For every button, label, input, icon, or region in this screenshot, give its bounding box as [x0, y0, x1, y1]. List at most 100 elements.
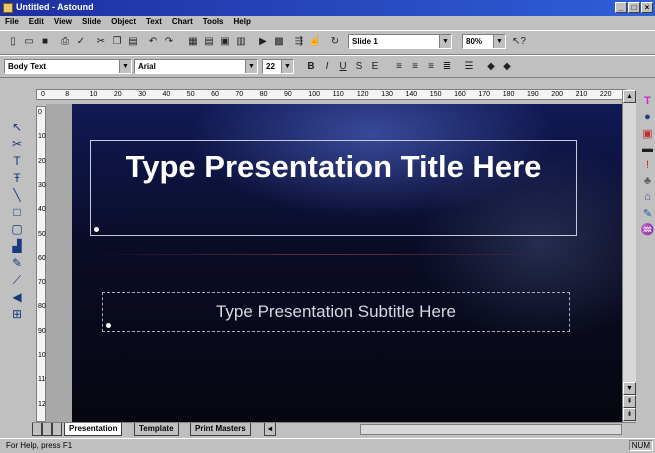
underline-button[interactable]: U — [336, 60, 350, 74]
open-folder-icon[interactable]: ▭ — [22, 35, 36, 49]
scroll-up-icon[interactable]: ▲ — [623, 90, 636, 103]
cut-icon[interactable]: ✂ — [94, 35, 108, 49]
italic-button[interactable]: I — [320, 60, 334, 74]
font-size-selector[interactable]: 22 ▼ — [262, 59, 294, 74]
menu-edit[interactable]: Edit — [24, 16, 49, 26]
chevron-down-icon[interactable]: ▼ — [439, 35, 451, 48]
movie-object-icon[interactable]: ▬ — [640, 143, 655, 159]
pointer-tool-icon[interactable]: ↖ — [6, 120, 28, 137]
bold-button[interactable]: B — [304, 60, 318, 74]
first-tab-icon[interactable] — [32, 423, 42, 436]
help-pointer-icon[interactable]: ↖? — [512, 35, 526, 49]
save-icon[interactable]: ■ — [38, 35, 52, 49]
menu-file[interactable]: File — [0, 16, 24, 26]
subtitle-placeholder[interactable]: Type Presentation Subtitle Here — [102, 292, 570, 332]
sound-object-icon[interactable]: ! — [640, 159, 655, 175]
scroll-down-icon[interactable]: ▼ — [623, 382, 636, 395]
bullets-icon[interactable]: ☰ — [462, 60, 476, 74]
justify-icon[interactable]: ≣ — [440, 60, 454, 74]
previous-slide-icon[interactable]: ⇞ — [623, 395, 636, 408]
standard-toolbar: ▯ ▭ ■ ⎙ ✓ ✂ ❐ ▤ ↶ ↷ ▦ ▤ ▣ ▥ ▶ ▩ ⇶ ☝ ↻ Sl… — [0, 30, 655, 55]
ruler-tick-label: 60 — [211, 91, 219, 98]
zoom-tool-icon[interactable]: ⊞ — [6, 307, 28, 324]
menu-view[interactable]: View — [49, 16, 77, 26]
print-icon[interactable]: ⎙ — [58, 35, 72, 49]
resize-handle[interactable] — [106, 323, 111, 328]
notes-view-icon[interactable]: ▥ — [234, 35, 248, 49]
redo-icon[interactable]: ↷ — [162, 35, 176, 49]
button-object-icon[interactable]: ♣ — [640, 175, 655, 191]
crop-tool-icon[interactable]: ✂ — [6, 137, 28, 154]
horizontal-scrollbar[interactable] — [360, 424, 622, 435]
align-right-icon[interactable]: ≡ — [424, 60, 438, 74]
chevron-down-icon[interactable]: ▼ — [245, 60, 257, 73]
zoom-selector[interactable]: 80% ▼ — [462, 34, 506, 49]
prev-tab-icon[interactable] — [42, 423, 52, 436]
app-icon[interactable] — [3, 3, 13, 13]
link-object-icon[interactable]: ⌂ — [640, 191, 655, 207]
tab-print-masters[interactable]: Print Masters — [190, 423, 251, 436]
sorter-view-icon[interactable]: ▣ — [218, 35, 232, 49]
demote-icon[interactable]: ◆ — [500, 60, 514, 74]
slide-selector[interactable]: Slide 1 ▼ — [348, 34, 452, 49]
text-frame-tool-icon[interactable]: Ŧ — [6, 171, 28, 188]
hand-icon[interactable]: ☝ — [308, 35, 322, 49]
chart-object-icon[interactable]: ♒ — [640, 223, 655, 239]
close-button[interactable]: × — [641, 2, 653, 13]
slide-title-text[interactable]: Type Presentation Title Here — [91, 147, 576, 187]
align-center-icon[interactable]: ≡ — [408, 60, 422, 74]
menu-tools[interactable]: Tools — [198, 16, 229, 26]
tab-presentation[interactable]: Presentation — [64, 423, 123, 436]
emboss-button[interactable]: E — [368, 60, 382, 74]
image-object-icon[interactable]: ▣ — [640, 127, 655, 143]
minimize-button[interactable]: _ — [615, 2, 627, 13]
tab-template[interactable]: Template — [134, 423, 179, 436]
text-object-icon[interactable]: T — [640, 95, 655, 111]
next-tab-icon[interactable] — [52, 423, 62, 436]
timeline-icon[interactable]: ▩ — [272, 35, 286, 49]
slide-view-icon[interactable]: ▦ — [186, 35, 200, 49]
text-tool-icon[interactable]: T — [6, 154, 28, 171]
rounded-rect-tool-icon[interactable]: ▢ — [6, 222, 28, 239]
undo-icon[interactable]: ↶ — [146, 35, 160, 49]
new-file-icon[interactable]: ▯ — [6, 35, 20, 49]
chevron-down-icon[interactable]: ▼ — [119, 60, 131, 73]
spell-check-icon[interactable]: ✓ — [74, 35, 88, 49]
copy-icon[interactable]: ❐ — [110, 35, 124, 49]
align-left-icon[interactable]: ≡ — [392, 60, 406, 74]
polygon-tool-icon[interactable]: ⟋ — [6, 273, 28, 290]
outline-view-icon[interactable]: ▤ — [202, 35, 216, 49]
line-tool-icon[interactable]: ╲ — [6, 188, 28, 205]
menu-help[interactable]: Help — [229, 16, 256, 26]
shape-object-icon[interactable]: ● — [640, 111, 655, 127]
paint-object-icon[interactable]: ✎ — [640, 207, 655, 223]
tab-scroll-icon[interactable]: ◂ — [264, 423, 276, 436]
promote-icon[interactable]: ◆ — [484, 60, 498, 74]
menu-slide[interactable]: Slide — [77, 16, 106, 26]
title-placeholder[interactable]: Type Presentation Title Here — [90, 140, 577, 236]
chart-icon[interactable]: ⇶ — [292, 35, 306, 49]
media-tool-icon[interactable]: ◀ — [6, 290, 28, 307]
refresh-icon[interactable]: ↻ — [328, 35, 342, 49]
chevron-down-icon[interactable]: ▼ — [493, 35, 505, 48]
resize-handle[interactable] — [94, 227, 99, 232]
rectangle-tool-icon[interactable]: □ — [6, 205, 28, 222]
maximize-button[interactable]: □ — [628, 2, 640, 13]
chevron-down-icon[interactable]: ▼ — [281, 60, 293, 73]
vertical-scrollbar[interactable]: ▲ ▼ ⇞ ⇟ — [622, 90, 636, 422]
menu-object[interactable]: Object — [106, 16, 141, 26]
style-selector[interactable]: Body Text ▼ — [4, 59, 132, 74]
play-icon[interactable]: ▶ — [256, 35, 270, 49]
menu-text[interactable]: Text — [141, 16, 167, 26]
shadow-button[interactable]: S — [352, 60, 366, 74]
paste-icon[interactable]: ▤ — [126, 35, 140, 49]
font-selector[interactable]: Arial ▼ — [134, 59, 258, 74]
ruler-tick-label: 170 — [478, 91, 491, 98]
next-slide-icon[interactable]: ⇟ — [623, 408, 636, 421]
menu-chart[interactable]: Chart — [167, 16, 198, 26]
slide[interactable]: Type Presentation Title Here Type Presen… — [72, 104, 622, 422]
freehand-tool-icon[interactable]: ✎ — [6, 256, 28, 273]
chart-tool-icon[interactable]: ▟ — [6, 239, 28, 256]
slide-subtitle-text[interactable]: Type Presentation Subtitle Here — [103, 302, 569, 322]
ruler-tick-label: 50 — [186, 91, 195, 98]
